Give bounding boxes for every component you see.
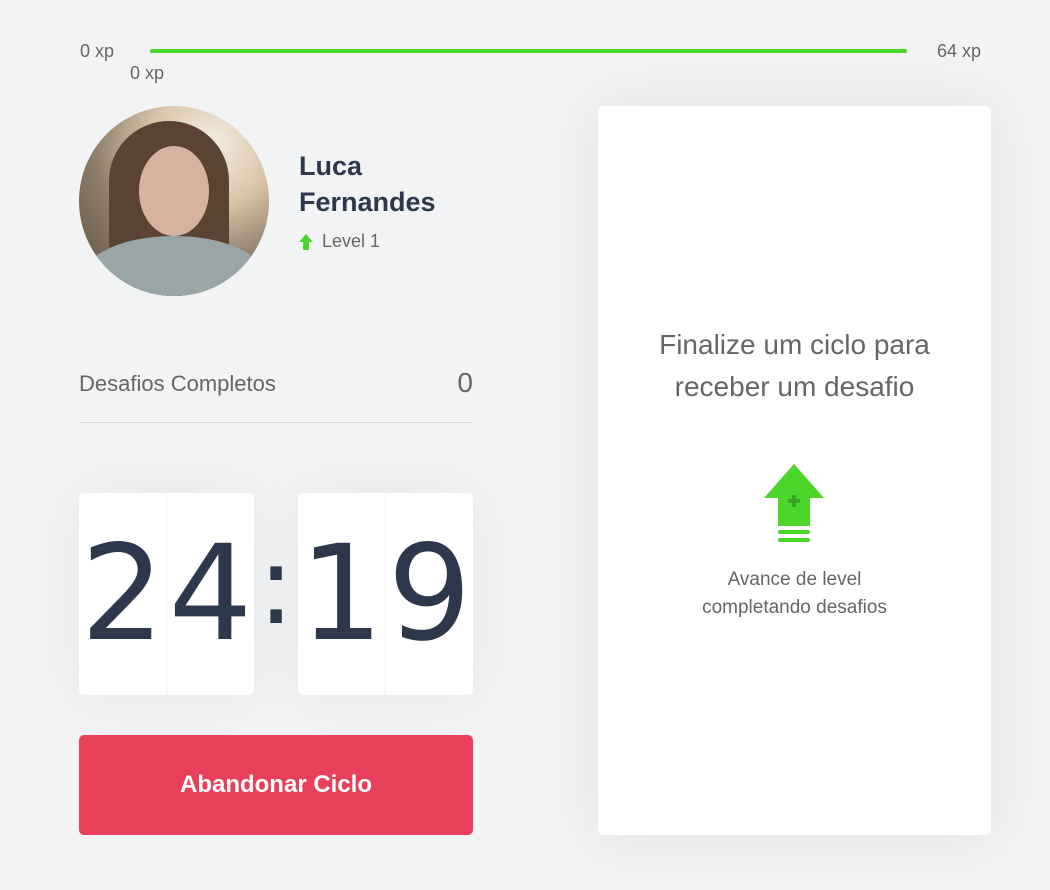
- time-separator: :: [257, 521, 295, 649]
- second-tens-digit: 1: [299, 517, 384, 671]
- level-up-icon: [764, 464, 824, 542]
- minutes-display: 2 4: [79, 493, 254, 695]
- abandon-cycle-button[interactable]: Abandonar Ciclo: [79, 735, 473, 835]
- level-label: Level 1: [322, 231, 381, 251]
- user-name: Luca Fernandes: [299, 151, 436, 217]
- countdown-timer: 2 4 : 1 9: [79, 493, 473, 695]
- user-avatar: [79, 106, 269, 296]
- completed-challenges-count: 0: [457, 367, 473, 398]
- xp-progress-fill: [150, 49, 907, 53]
- level-up-arrow-icon: [299, 233, 313, 250]
- minute-tens-digit: 2: [80, 517, 165, 671]
- second-ones-digit: 9: [385, 493, 473, 695]
- xp-max-label: 64 xp: [937, 41, 982, 61]
- xp-progress-bar: [150, 49, 907, 53]
- completed-challenges-label: Desafios Completos: [79, 371, 276, 396]
- completed-challenges: Desafios Completos 0: [79, 363, 473, 423]
- seconds-display: 1 9: [298, 493, 473, 695]
- challenge-box-title: Finalize um ciclo para receber um desafi…: [659, 329, 930, 402]
- user-level: Level 1: [299, 231, 380, 252]
- minute-ones-digit: 4: [166, 493, 254, 695]
- challenge-box: Finalize um ciclo para receber um desafi…: [598, 106, 991, 835]
- xp-min-label: 0 xp: [80, 41, 115, 61]
- challenge-box-hint: Avance de level completando desafios: [702, 569, 887, 618]
- xp-current-label: 0 xp: [130, 63, 165, 83]
